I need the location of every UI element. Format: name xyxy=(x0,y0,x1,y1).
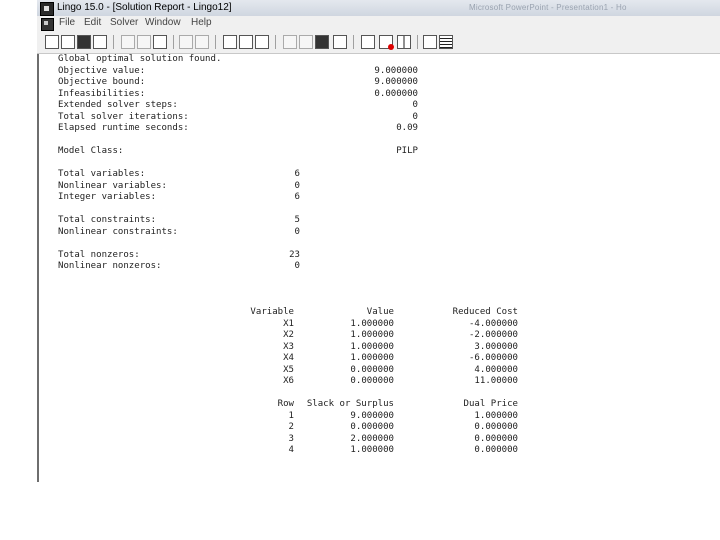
solution-icon[interactable] xyxy=(299,35,313,49)
close-all-icon[interactable] xyxy=(379,35,394,50)
cut-icon[interactable] xyxy=(121,35,135,49)
table-row: X6 0.000000 11.00000 xyxy=(283,376,518,386)
new-icon[interactable] xyxy=(45,35,59,49)
table-row: 3 2.000000 0.000000 xyxy=(288,433,518,444)
menu-solver[interactable]: Solver xyxy=(110,17,138,28)
app-icon[interactable] xyxy=(40,2,54,16)
menu-bar: File Edit Solver Window Help xyxy=(37,16,720,31)
menu-file[interactable]: File xyxy=(59,17,75,28)
options-icon[interactable] xyxy=(333,35,347,49)
constraints-row: Total constraints: 5 xyxy=(58,215,300,225)
goto-line-icon[interactable] xyxy=(239,35,253,49)
window-left-border xyxy=(37,54,39,482)
table-row: X4 1.000000 -6.000000 xyxy=(283,353,518,363)
report-pane[interactable]: Global optimal solution found. Objective… xyxy=(37,54,720,482)
background-window-title: Microsoft PowerPoint - Presentation1 - H… xyxy=(469,3,627,12)
model-class-row: Model Class: PILP xyxy=(58,146,418,156)
solve-icon[interactable] xyxy=(283,35,297,49)
summary-row: Objective value: 9.000000 xyxy=(58,65,418,76)
variables-row: Nonlinear variables: 0 xyxy=(58,180,300,191)
table-row: 1 9.000000 1.000000 xyxy=(288,410,518,421)
window-title: Lingo 15.0 - [Solution Report - Lingo12] xyxy=(57,2,232,13)
toolbar xyxy=(37,31,720,54)
copy-icon[interactable] xyxy=(137,35,151,49)
variable-table-header: Variable Value Reduced Cost xyxy=(250,307,518,317)
menu-help[interactable]: Help xyxy=(191,17,212,28)
variables-row: Total variables: 6 xyxy=(58,169,300,179)
summary-row: Total solver iterations: 0 xyxy=(58,111,418,122)
find-icon[interactable] xyxy=(223,35,237,49)
variables-row: Integer variables: 6 xyxy=(58,192,300,202)
table-row: X1 1.000000 -4.000000 xyxy=(283,318,518,329)
menu-edit[interactable]: Edit xyxy=(84,17,101,28)
table-row: 4 1.000000 0.000000 xyxy=(288,445,518,455)
table-row: X3 1.000000 3.000000 xyxy=(283,341,518,352)
help-icon[interactable] xyxy=(423,35,437,49)
context-help-icon[interactable] xyxy=(439,35,453,49)
matrix-picture-icon[interactable] xyxy=(315,35,329,49)
save-icon[interactable] xyxy=(77,35,91,49)
open-icon[interactable] xyxy=(61,35,75,49)
nonzeros-row: Total nonzeros: 23 xyxy=(58,249,300,260)
report-header: Global optimal solution found. xyxy=(58,54,222,64)
table-row: X2 1.000000 -2.000000 xyxy=(283,330,518,340)
print-icon[interactable] xyxy=(93,35,107,49)
paste-icon[interactable] xyxy=(153,35,167,49)
undo-icon[interactable] xyxy=(179,35,193,49)
table-row: 2 0.000000 0.000000 xyxy=(288,422,518,432)
summary-row: Elapsed runtime seconds: 0.09 xyxy=(58,123,418,133)
solution-report: Global optimal solution found. Objective… xyxy=(58,54,518,457)
summary-row: Extended solver steps: 0 xyxy=(58,100,418,110)
nonzeros-row: Nonlinear nonzeros: 0 xyxy=(58,261,300,271)
menu-window[interactable]: Window xyxy=(145,17,181,28)
table-row: X5 0.000000 4.000000 xyxy=(283,364,518,375)
constraints-row: Nonlinear constraints: 0 xyxy=(58,226,300,237)
title-bar[interactable]: Lingo 15.0 - [Solution Report - Lingo12]… xyxy=(37,0,720,17)
tile-icon[interactable] xyxy=(397,35,411,49)
lingo-window: Lingo 15.0 - [Solution Report - Lingo12]… xyxy=(37,0,720,482)
document-icon[interactable] xyxy=(41,18,54,31)
redo-icon[interactable] xyxy=(195,35,209,49)
row-table-header: Row Slack or Surplus Dual Price xyxy=(277,399,518,409)
summary-row: Objective bound: 9.000000 xyxy=(58,77,418,87)
summary-row: Infeasibilities: 0.000000 xyxy=(58,88,418,99)
send-to-back-icon[interactable] xyxy=(361,35,375,49)
match-paren-icon[interactable] xyxy=(255,35,269,49)
